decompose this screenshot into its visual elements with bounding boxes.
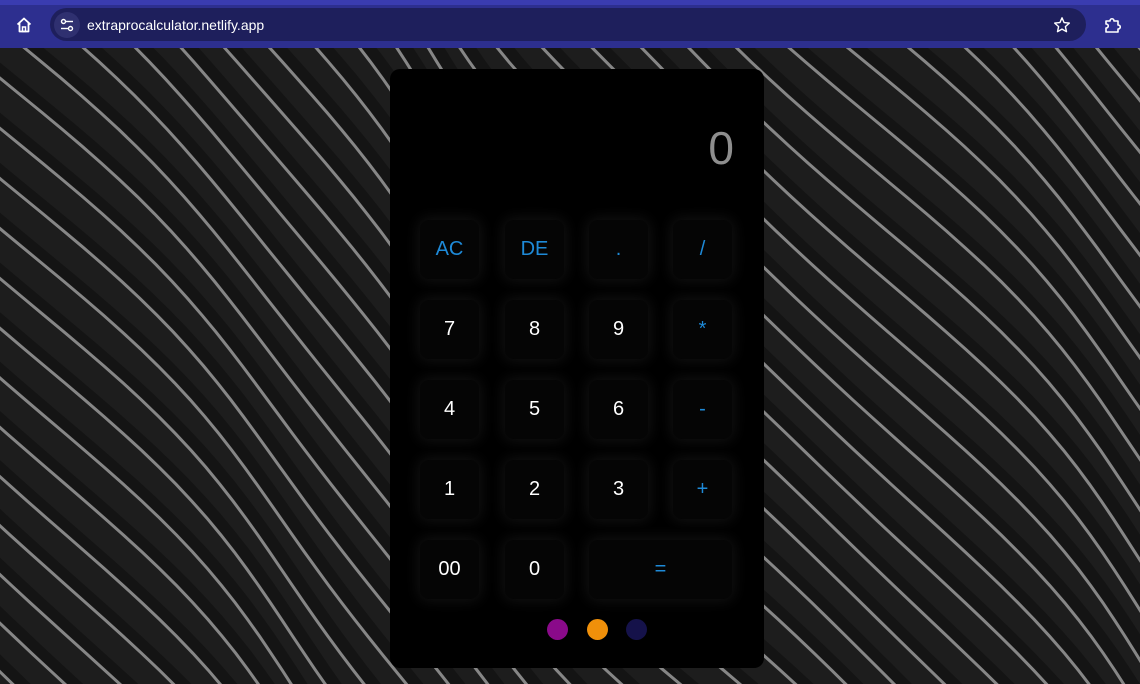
theme-dot-purple[interactable] — [547, 619, 568, 640]
key-1-button[interactable]: 1 — [420, 460, 479, 519]
key-decimal-button[interactable]: . — [589, 220, 648, 279]
address-bar[interactable]: extraprocalculator.netlify.app — [50, 8, 1086, 41]
key-0-button[interactable]: 0 — [505, 540, 564, 599]
calculator-display: 0 — [708, 122, 734, 174]
key-3-button[interactable]: 3 — [589, 460, 648, 519]
key-divide-button[interactable]: / — [673, 220, 732, 279]
bookmark-button[interactable] — [1050, 13, 1074, 37]
extensions-button[interactable] — [1100, 12, 1126, 38]
page-viewport: 0 AC DE . / 7 8 9 * 4 5 6 - 1 2 3 + 00 0… — [0, 48, 1140, 684]
key-subtract-button[interactable]: - — [673, 380, 732, 439]
calculator: 0 AC DE . / 7 8 9 * 4 5 6 - 1 2 3 + 00 0… — [390, 69, 764, 668]
browser-toolbar: extraprocalculator.netlify.app — [0, 0, 1140, 48]
url-text[interactable]: extraprocalculator.netlify.app — [87, 17, 264, 33]
home-icon — [16, 17, 32, 33]
key-4-button[interactable]: 4 — [420, 380, 479, 439]
puzzle-icon — [1105, 17, 1122, 33]
key-7-button[interactable]: 7 — [420, 300, 479, 359]
key-multiply-button[interactable]: * — [673, 300, 732, 359]
key-00-button[interactable]: 00 — [420, 540, 479, 599]
theme-dot-orange[interactable] — [587, 619, 608, 640]
key-add-button[interactable]: + — [673, 460, 732, 519]
key-delete-button[interactable]: DE — [505, 220, 564, 279]
key-5-button[interactable]: 5 — [505, 380, 564, 439]
star-icon — [1054, 17, 1070, 33]
theme-dot-navy[interactable] — [626, 619, 647, 640]
site-info-button[interactable] — [54, 11, 80, 38]
key-6-button[interactable]: 6 — [589, 380, 648, 439]
tune-icon — [60, 18, 74, 31]
key-8-button[interactable]: 8 — [505, 300, 564, 359]
key-ac-button[interactable]: AC — [420, 220, 479, 279]
key-9-button[interactable]: 9 — [589, 300, 648, 359]
key-2-button[interactable]: 2 — [505, 460, 564, 519]
home-button[interactable] — [10, 11, 38, 39]
key-equals-button[interactable]: = — [589, 540, 732, 599]
